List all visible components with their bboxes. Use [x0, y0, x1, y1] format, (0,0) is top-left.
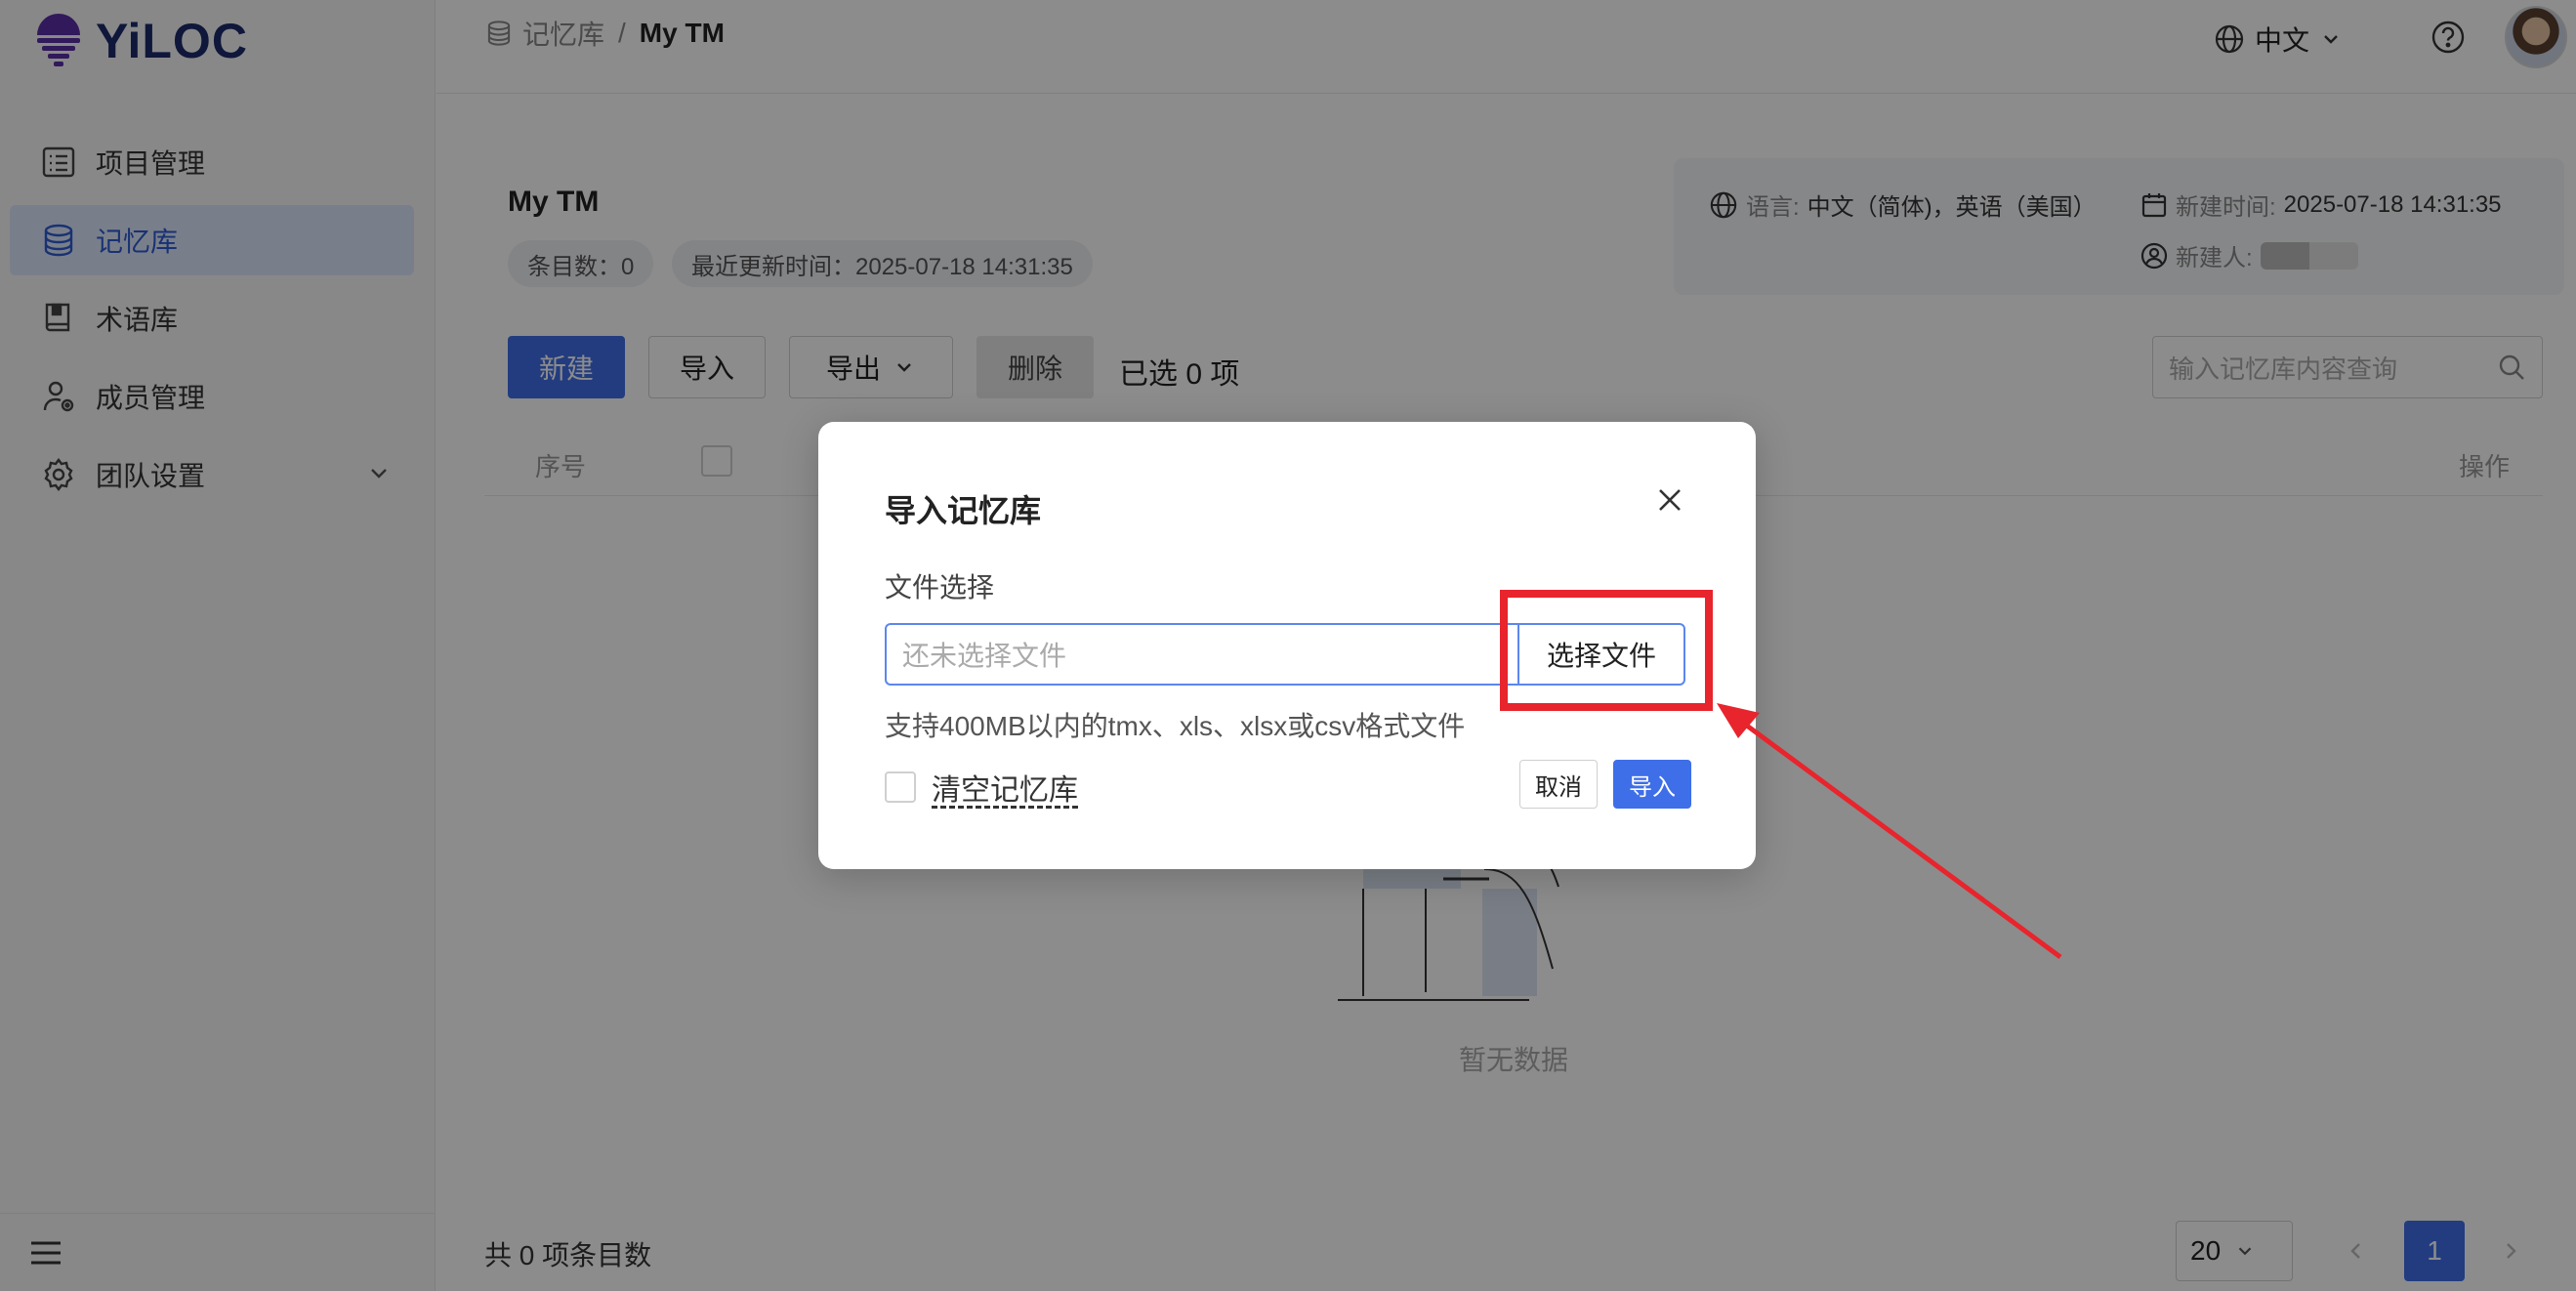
clear-tm-checkbox[interactable] — [885, 771, 916, 803]
annotation-highlight-box — [1500, 590, 1713, 711]
clear-tm-option[interactable]: 清空记忆库 — [885, 766, 1078, 809]
close-icon — [1659, 489, 1681, 511]
annotation-arrow — [1717, 703, 2062, 960]
file-placeholder: 还未选择文件 — [902, 641, 1067, 671]
dialog-title: 导入记忆库 — [885, 493, 1042, 528]
file-format-hint: 支持400MB以内的tmx、xls、xlsx或csv格式文件 — [885, 711, 1466, 741]
clear-tm-label: 清空记忆库 — [932, 774, 1078, 807]
close-button[interactable] — [1650, 480, 1689, 520]
cancel-button[interactable]: 取消 — [1519, 760, 1598, 809]
confirm-import-button[interactable]: 导入 — [1613, 760, 1691, 809]
file-path-input[interactable]: 还未选择文件 — [885, 623, 1533, 686]
file-field-label: 文件选择 — [885, 572, 995, 603]
